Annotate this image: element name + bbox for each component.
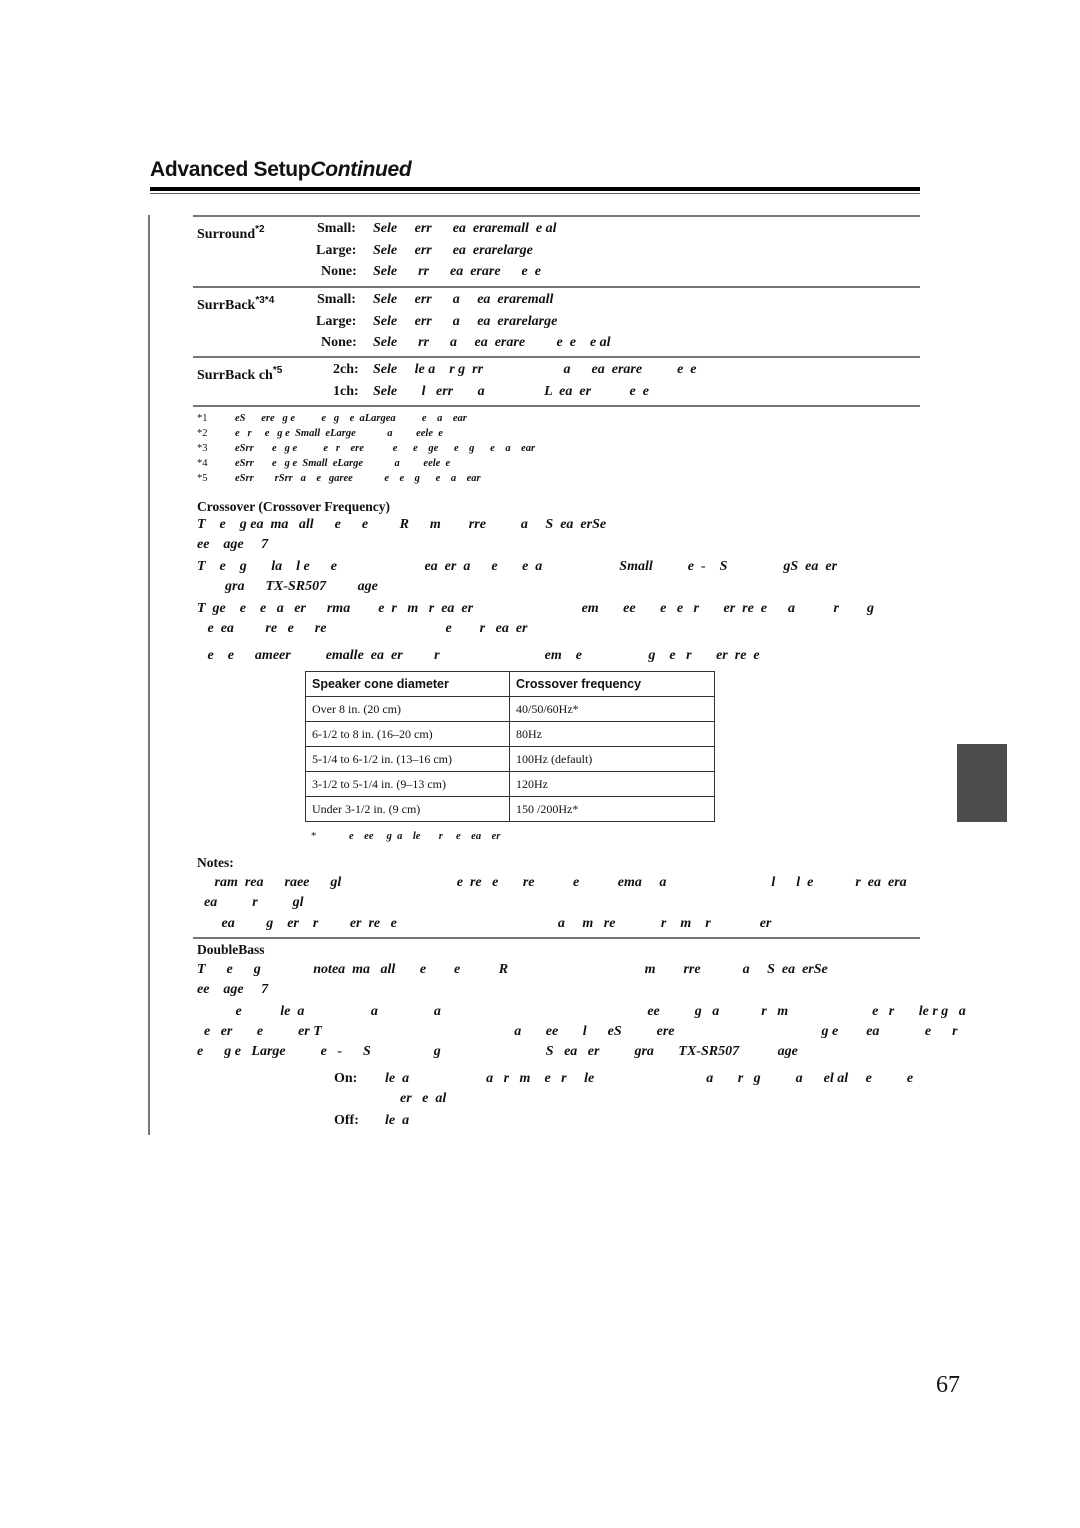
cell-diameter: Under 3-1/2 in. (9 cm) [305,796,510,822]
cell-diameter: 3-1/2 to 5-1/4 in. (9–13 cm) [305,771,510,797]
option-text: Sele le a r g rr a ea erare e e [373,362,697,377]
table-footnote: * e ee g a le r e ea er [311,831,501,842]
setting-label-surrback: SurrBack*3*4 [197,295,275,313]
divider [193,286,920,288]
option-name: 1ch: [333,384,359,399]
cell-frequency: 100Hz (default) [509,746,715,772]
cell-frequency: 40/50/60Hz* [509,696,715,722]
option-name: None: [321,264,357,279]
paragraph-line: e ea re e re e r ea er [197,621,528,636]
option-name: On: [334,1071,358,1086]
paragraph-line: T e g ea ma all e e R m rre a S ea erSe [197,517,607,532]
table-row: Under 3-1/2 in. (9 cm) 150 /200Hz* [305,796,715,822]
paragraph-line: e e ameer emalle ea er r em e g e r er r… [197,648,760,663]
cell-frequency: 120Hz [509,771,715,797]
option-name: Large: [316,243,357,258]
paragraph-line: T e g notea ma all e e R m rre a S ea er… [197,962,828,977]
option-text: Sele err a ea erarelarge [373,314,558,329]
table-row: 3-1/2 to 5-1/4 in. (9–13 cm) 120Hz [305,771,715,797]
paragraph-line: gra TX-SR507 age [197,579,378,594]
note-line: ea g er r er re e a m re r m r er [197,916,772,931]
column-header: Speaker cone diameter [305,671,510,697]
notes-heading: Notes: [197,855,234,870]
header-rule-thick [150,187,920,191]
option-name: Small: [317,292,356,307]
page-title: Advanced SetupContinued [150,158,412,181]
note-line: ram rea raee gl e re e re e ema a l l e … [197,875,907,890]
cell-frequency: 150 /200Hz* [509,796,715,822]
cell-diameter: 5-1/4 to 6-1/2 in. (13–16 cm) [305,746,510,772]
cell-diameter: 6-1/2 to 8 in. (16–20 cm) [305,721,510,747]
paragraph-line: e le a a a ee g a r m e r le r g a [197,1004,966,1019]
footnote: *1 eS ere g e e g e aLargea e a ear [197,413,467,424]
option-text: Sele err a ea eraremall [373,292,554,307]
paragraph-line: e g e Large e - S g S ea er gra TX-SR507… [197,1044,798,1059]
crossover-table: Speaker cone diameter Crossover frequenc… [305,671,715,822]
table-row: 5-1/4 to 6-1/2 in. (13–16 cm) 100Hz (def… [305,746,715,772]
divider [193,215,920,217]
chapter-tab [957,744,1007,822]
section-heading-doublebass: DoubleBass [197,942,265,957]
section-heading-crossover: Crossover (Crossover Frequency) [197,499,390,514]
paragraph-line: e er e er T a ee l eS ere g e ea e r [197,1024,958,1039]
footnote: *3 eSrr e g e e r ere e e ge e g e a ear [197,443,536,454]
footnote: *4 eSrr e g e Small eLarge a eele e [197,458,451,469]
page-number: 67 [936,1372,960,1398]
option-text: Sele l err a L ea er e e [373,384,649,399]
option-name: Large: [316,314,357,329]
table-row: Over 8 in. (20 cm) 40/50/60Hz* [305,696,715,722]
option-name: None: [321,335,357,350]
option-name: 2ch: [333,362,359,377]
option-text: Sele err ea erarelarge [373,243,533,258]
option-text: le a a r m e r le a r g a el al e e [385,1071,914,1086]
header-rule-thin [150,193,920,194]
divider [193,405,920,407]
paragraph-line: ee age 7 [197,982,269,997]
note-line: ea r gl [197,895,304,910]
divider [193,937,920,939]
table-row: 6-1/2 to 8 in. (16–20 cm) 80Hz [305,721,715,747]
cell-frequency: 80Hz [509,721,715,747]
setting-label-surrback-ch: SurrBack ch*5 [197,365,283,383]
footnote: *5 eSrr rSrr a e garee e e g e a ear [197,473,481,484]
cell-diameter: Over 8 in. (20 cm) [305,696,510,722]
divider [193,356,920,358]
left-margin-bar [148,215,150,1135]
paragraph-line: T e g la l e e ea er a e e a Small e - S… [197,559,838,574]
setting-label-surround: Surround*2 [197,224,265,242]
option-text: er e al [400,1091,447,1106]
option-text: Sele rr ea erare e e [373,264,541,279]
option-text: Sele rr a ea erare e e e al [373,335,611,350]
option-text: le a [385,1113,410,1128]
option-name: Small: [317,221,356,236]
paragraph-line: T ge e e a er rma e r m r ea er em ee e … [197,601,874,616]
table-header-row: Speaker cone diameter Crossover frequenc… [305,671,715,697]
column-header: Crossover frequency [509,671,715,697]
paragraph-line: ee age 7 [197,537,269,552]
footnote: *2 e r e g e Small eLarge a eele e [197,428,443,439]
option-text: Sele err ea eraremall e al [373,221,557,236]
option-name: Off: [334,1113,359,1128]
